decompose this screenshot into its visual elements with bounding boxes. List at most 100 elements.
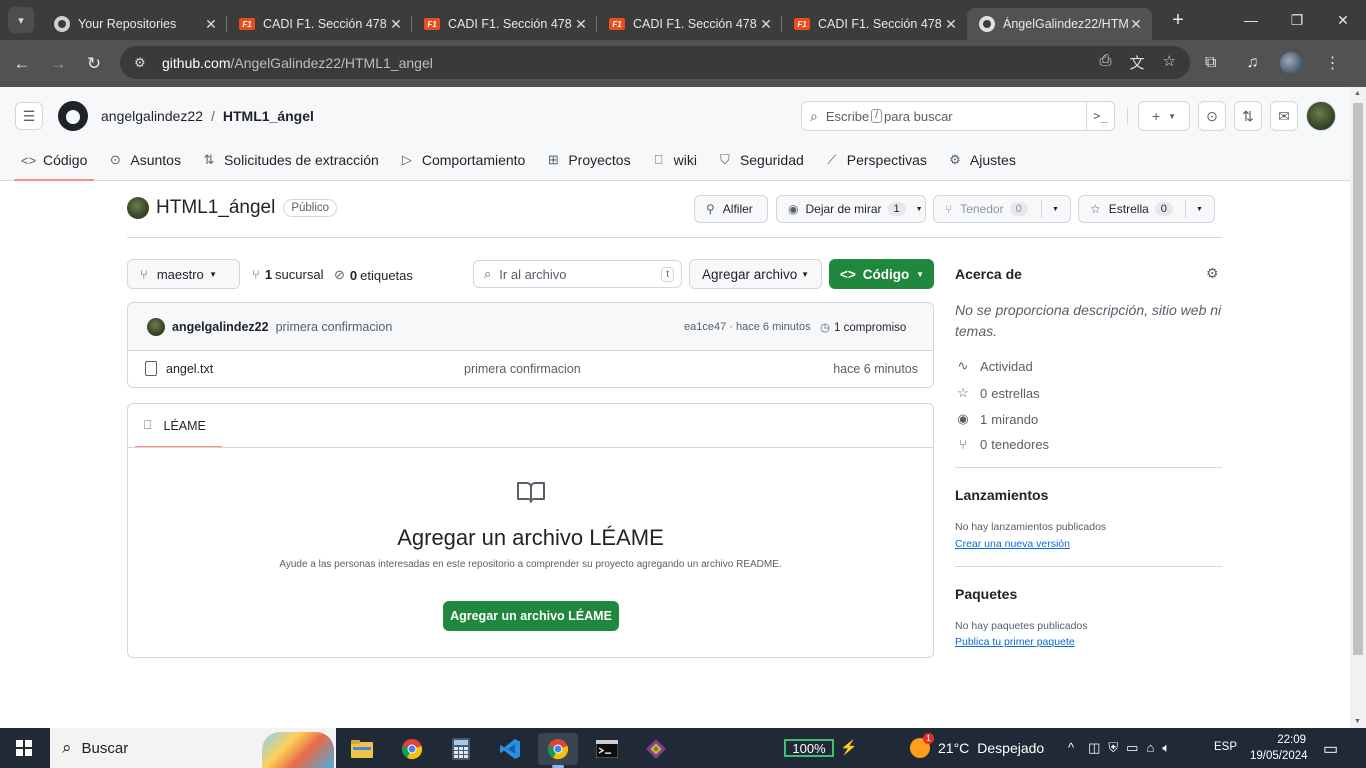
repo-link[interactable]: HTML1_ángel xyxy=(223,108,314,124)
tab-settings[interactable]: ⚙ Ajustes xyxy=(941,147,1023,181)
github-logo-icon[interactable] xyxy=(58,101,88,131)
browser-tab[interactable]: Your Repositories ✕ xyxy=(42,8,227,40)
browser-tab[interactable]: F1 CADI F1. Sección 478 ✕ xyxy=(227,8,412,40)
menu-icon[interactable]: ☰ xyxy=(15,102,43,130)
reload-button[interactable]: ↻ xyxy=(76,54,112,74)
create-release-link[interactable]: Crear una nueva versión xyxy=(955,538,1070,550)
file-explorer-icon[interactable] xyxy=(342,733,382,765)
commit-sha[interactable]: ea1ce47 · hace 6 minutos xyxy=(684,321,811,333)
browser-tab[interactable]: F1 CADI F1. Sección 478 ✕ xyxy=(782,8,967,40)
close-icon[interactable]: ✕ xyxy=(943,16,959,33)
close-icon[interactable]: ✕ xyxy=(203,16,219,33)
packages-heading[interactable]: Paquetes xyxy=(955,586,1017,602)
table-row[interactable]: angel.txt primera confirmacion hace 6 mi… xyxy=(128,351,933,387)
owner-link[interactable]: angelgalindez22 xyxy=(101,108,203,124)
branch-selector[interactable]: ⑂ maestro ▼ xyxy=(127,259,240,289)
publish-package-link[interactable]: Publica tu primer paquete xyxy=(955,636,1075,648)
back-button[interactable]: ← xyxy=(4,54,40,74)
language-indicator[interactable]: ESP xyxy=(1214,741,1237,753)
battery-indicator[interactable]: 100% xyxy=(784,739,834,757)
branches-link[interactable]: ⑂ 1 sucursal xyxy=(252,267,323,282)
watch-button[interactable]: ◉ Dejar de mirar 1 ▼ xyxy=(776,195,926,223)
close-icon[interactable]: ✕ xyxy=(388,16,404,33)
commit-author[interactable]: angelgalindez22 xyxy=(172,320,269,334)
security-icon[interactable]: ⛨ xyxy=(1108,740,1118,756)
pin-button[interactable]: ⚲ Alfiler xyxy=(694,195,768,223)
terminal-icon[interactable] xyxy=(587,733,627,765)
issues-icon[interactable]: ⊙ xyxy=(1198,101,1226,131)
tab-code[interactable]: <> Código xyxy=(14,147,95,181)
tab-actions[interactable]: ▷ Comportamiento xyxy=(393,147,533,181)
git-gui-icon[interactable] xyxy=(636,733,676,765)
extensions-icon[interactable]: ⧉ xyxy=(1205,54,1216,72)
watchers-link[interactable]: ◉ 1 mirando xyxy=(955,411,1038,427)
tab-issues[interactable]: ⊙ Asuntos xyxy=(101,147,188,181)
tab-wiki[interactable]: ⎕ wiki xyxy=(645,147,704,181)
commit-message[interactable]: primera confirmacion xyxy=(276,320,393,334)
readme-tab[interactable]: ⎕ LÉAME xyxy=(135,404,222,448)
close-icon[interactable]: ✕ xyxy=(573,16,589,33)
weather-widget[interactable]: 21°C Despejado xyxy=(910,733,1044,758)
browser-tab[interactable]: F1 CADI F1. Sección 478 ✕ xyxy=(597,8,782,40)
pull-requests-icon[interactable]: ⇅ xyxy=(1234,101,1262,131)
install-app-icon[interactable]: ⎙ xyxy=(1100,52,1112,73)
tab-search-button[interactable]: ▾ xyxy=(8,7,34,33)
webcam-icon[interactable]: ◫ xyxy=(1088,740,1100,756)
calculator-icon[interactable] xyxy=(441,733,481,765)
star-button[interactable]: ☆ Estrella 0 ▼ xyxy=(1078,195,1215,223)
tags-link[interactable]: ⊘ 0 etiquetas xyxy=(334,267,413,283)
more-menu-icon[interactable]: ⋮ xyxy=(1324,53,1340,73)
user-avatar[interactable] xyxy=(1306,101,1336,131)
page-scrollbar[interactable]: ▲ ▼ xyxy=(1350,87,1366,728)
taskbar-search[interactable]: ⌕ Buscar xyxy=(50,728,336,768)
gear-icon[interactable]: ⚙ xyxy=(1206,265,1219,282)
chrome-icon[interactable] xyxy=(392,733,432,765)
code-button[interactable]: <> Código ▼ xyxy=(829,259,934,289)
clock[interactable]: 22:09 19/05/2024 xyxy=(1250,732,1308,764)
browser-tab[interactable]: F1 CADI F1. Sección 478 ✕ xyxy=(412,8,597,40)
repo-name[interactable]: HTML1_ángel xyxy=(156,197,275,219)
profile-avatar[interactable] xyxy=(1280,52,1303,74)
inbox-icon[interactable]: ✉ xyxy=(1270,101,1298,131)
forward-button[interactable]: → xyxy=(40,54,76,74)
tab-insights[interactable]: ⟋ Perspectivas xyxy=(818,147,934,181)
command-palette-icon[interactable]: >_ xyxy=(1086,102,1114,130)
battery-icon[interactable]: ▭ xyxy=(1126,740,1138,756)
browser-tab-active[interactable]: ÁngelGalindez22/HTML ✕ xyxy=(967,8,1152,40)
fork-button[interactable]: ⑂ Tenedor 0 ▼ xyxy=(933,195,1071,223)
releases-heading[interactable]: Lanzamientos xyxy=(955,487,1048,503)
windows-start-icon[interactable] xyxy=(0,728,48,768)
network-icon[interactable]: ⌂ xyxy=(1146,740,1154,756)
forks-link[interactable]: ⑂ 0 tenedores xyxy=(955,437,1049,452)
bookmark-star-icon[interactable]: ☆ xyxy=(1163,52,1176,73)
close-window-icon[interactable]: ✕ xyxy=(1320,12,1366,29)
commits-link[interactable]: ◷ 1 compromiso xyxy=(820,320,906,334)
tab-security[interactable]: ⛉ Seguridad xyxy=(711,147,811,181)
tab-pull-requests[interactable]: ⇅ Solicitudes de extracción xyxy=(195,147,386,181)
author-avatar[interactable] xyxy=(147,317,165,336)
new-tab-button[interactable]: + xyxy=(1166,9,1190,32)
create-new-button[interactable]: + ▼ xyxy=(1138,101,1190,131)
stars-link[interactable]: ☆ 0 estrellas xyxy=(955,385,1039,401)
owner-avatar[interactable] xyxy=(127,197,149,219)
chevron-up-icon[interactable]: ^ xyxy=(1068,740,1074,756)
add-file-button[interactable]: Agregar archivo ▼ xyxy=(689,259,822,289)
url-bar[interactable]: ⚙ github.com/AngelGalindez22/HTML1_angel… xyxy=(120,46,1190,79)
file-commit-message[interactable]: primera confirmacion xyxy=(464,362,581,376)
vscode-icon[interactable] xyxy=(490,733,530,765)
go-to-file-input[interactable]: ⌕ Ir al archivo t xyxy=(473,260,682,288)
chrome-active-icon[interactable] xyxy=(538,733,578,768)
close-icon[interactable]: ✕ xyxy=(758,16,774,33)
restore-icon[interactable]: ❐ xyxy=(1274,12,1320,29)
volume-icon[interactable]: 🔈︎ xyxy=(1162,740,1170,756)
translate-icon[interactable]: 文 xyxy=(1130,52,1145,73)
tab-projects[interactable]: ⊞ Proyectos xyxy=(539,147,637,181)
add-readme-button[interactable]: Agregar un archivo LÉAME xyxy=(443,601,619,631)
search-input[interactable]: ⌕ Escribe / para buscar >_ xyxy=(801,101,1115,131)
activity-link[interactable]: ∿ Actividad xyxy=(955,358,1033,374)
site-info-icon[interactable]: ⚙ xyxy=(134,55,150,71)
close-icon[interactable]: ✕ xyxy=(1128,16,1144,33)
media-control-icon[interactable]: ♫ xyxy=(1246,54,1258,72)
file-name[interactable]: angel.txt xyxy=(166,362,213,376)
notifications-icon[interactable]: ▭ xyxy=(1323,739,1338,759)
